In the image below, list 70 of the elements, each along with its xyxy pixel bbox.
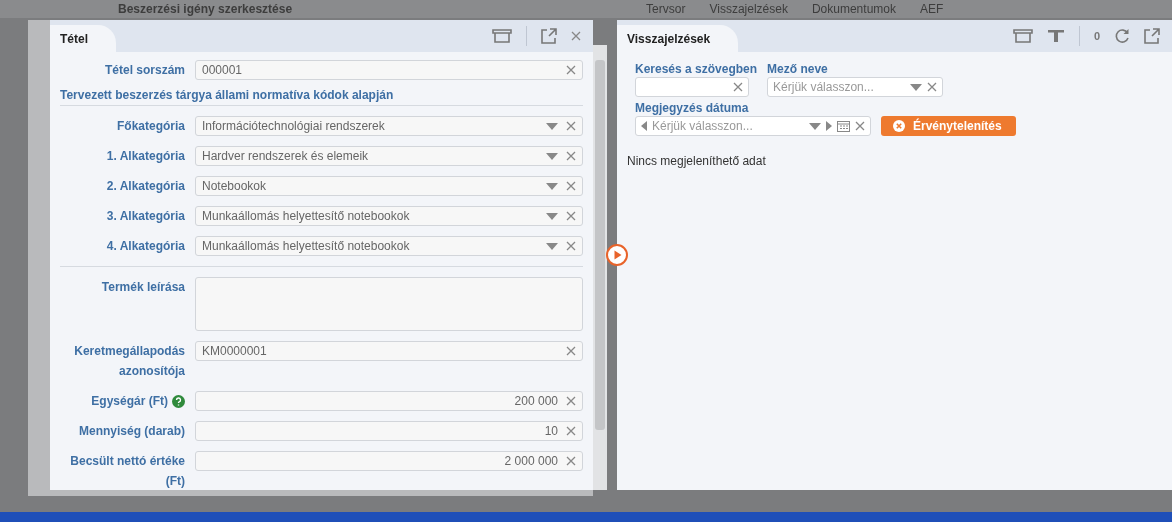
- field-label: Főkategória: [116, 118, 185, 135]
- tray-icon[interactable]: [492, 29, 512, 43]
- caret-icon[interactable]: [546, 212, 558, 220]
- tab[interactable]: AEF: [920, 2, 944, 16]
- play-icon[interactable]: [606, 244, 628, 266]
- clear-icon[interactable]: [566, 121, 576, 131]
- clear-icon[interactable]: [566, 396, 576, 406]
- clear-icon[interactable]: [566, 426, 576, 436]
- select-field[interactable]: Munkaállomás helyettesítő notebookok: [195, 206, 583, 226]
- date-field[interactable]: Kérjük válasszon...: [635, 116, 871, 136]
- caret-icon[interactable]: [546, 152, 558, 160]
- field-label: Mennyiség (darab): [78, 423, 185, 440]
- next-icon[interactable]: [826, 121, 832, 131]
- refresh-icon[interactable]: [1114, 28, 1130, 44]
- cancel-icon: [893, 120, 905, 132]
- caret-icon[interactable]: [546, 182, 558, 190]
- calendar-icon[interactable]: [837, 120, 850, 132]
- panel-tab[interactable]: Visszajelzések: [617, 25, 739, 52]
- clear-icon[interactable]: [566, 211, 576, 221]
- field-label: Termék leírása: [100, 279, 185, 296]
- previous-icon[interactable]: [641, 121, 647, 131]
- clear-icon[interactable]: [566, 241, 576, 251]
- clear-icon[interactable]: [733, 82, 743, 92]
- caret-icon[interactable]: [910, 83, 923, 91]
- close-icon[interactable]: [571, 31, 581, 41]
- select-field[interactable]: Munkaállomás helyettesítő notebookok: [195, 236, 583, 256]
- select-field[interactable]: Hardver rendszerek és elemeik: [195, 146, 583, 166]
- field-label: 1. Alkategória: [105, 148, 185, 165]
- field-label: Keresés a szövegben: [635, 62, 758, 76]
- clear-icon[interactable]: [855, 121, 865, 131]
- clear-icon[interactable]: [566, 151, 576, 161]
- caret-icon[interactable]: [546, 122, 558, 130]
- field-label: Tétel sorszám: [103, 62, 185, 79]
- number-field[interactable]: 10: [195, 421, 583, 441]
- tab[interactable]: Visszajelzések: [709, 2, 788, 16]
- field-label: 3. Alkategória: [105, 208, 185, 225]
- text-field[interactable]: KM0000001: [195, 341, 583, 361]
- select-field[interactable]: Információtechnológiai rendszerek: [195, 116, 583, 136]
- caret-icon[interactable]: [809, 122, 821, 130]
- clear-icon[interactable]: [566, 181, 576, 191]
- field-label: Becsült nettó értéke (Ft): [69, 453, 185, 490]
- select-field[interactable]: Notebookok: [195, 176, 583, 196]
- external-link-icon[interactable]: [1144, 28, 1160, 44]
- clear-icon[interactable]: [566, 346, 576, 356]
- field-label: Keretmegállapodás azonosítója: [73, 343, 185, 380]
- field-label: Megjegyzés dátuma: [635, 101, 750, 115]
- field-label: Mező neve: [767, 62, 829, 76]
- panel-tab[interactable]: Tétel: [50, 25, 116, 52]
- external-link-icon[interactable]: [541, 28, 557, 44]
- count-label: 0: [1093, 30, 1100, 42]
- select-field[interactable]: Kérjük válasszon...: [767, 77, 944, 97]
- scrollbar-thumb[interactable]: [595, 60, 605, 430]
- number-field[interactable]: 200 000: [195, 391, 583, 411]
- clear-icon[interactable]: [566, 65, 576, 75]
- clear-icon[interactable]: [566, 456, 576, 466]
- tab[interactable]: Tervsor: [646, 2, 686, 16]
- number-field[interactable]: 2 000 000: [195, 451, 583, 471]
- help-icon[interactable]: [172, 394, 185, 408]
- tray-icon[interactable]: [1012, 29, 1033, 43]
- window-title: Beszerzési igény szerkesztése: [118, 2, 293, 16]
- caret-icon[interactable]: [546, 242, 558, 250]
- section-heading: Tervezett beszerzés tárgya állami normatíva kódok alapján: [60, 88, 583, 106]
- field-label: Egységár (Ft): [91, 393, 168, 410]
- clear-icon[interactable]: [927, 82, 938, 92]
- field-label: 2. Alkategória: [105, 178, 185, 195]
- text-field[interactable]: 000001: [195, 60, 583, 80]
- tab[interactable]: Dokumentumok: [811, 2, 896, 16]
- search-field[interactable]: [635, 77, 749, 97]
- field-label: 4. Alkategória: [105, 238, 185, 255]
- empty-message: Nincs megjeleníthető adat: [627, 154, 767, 168]
